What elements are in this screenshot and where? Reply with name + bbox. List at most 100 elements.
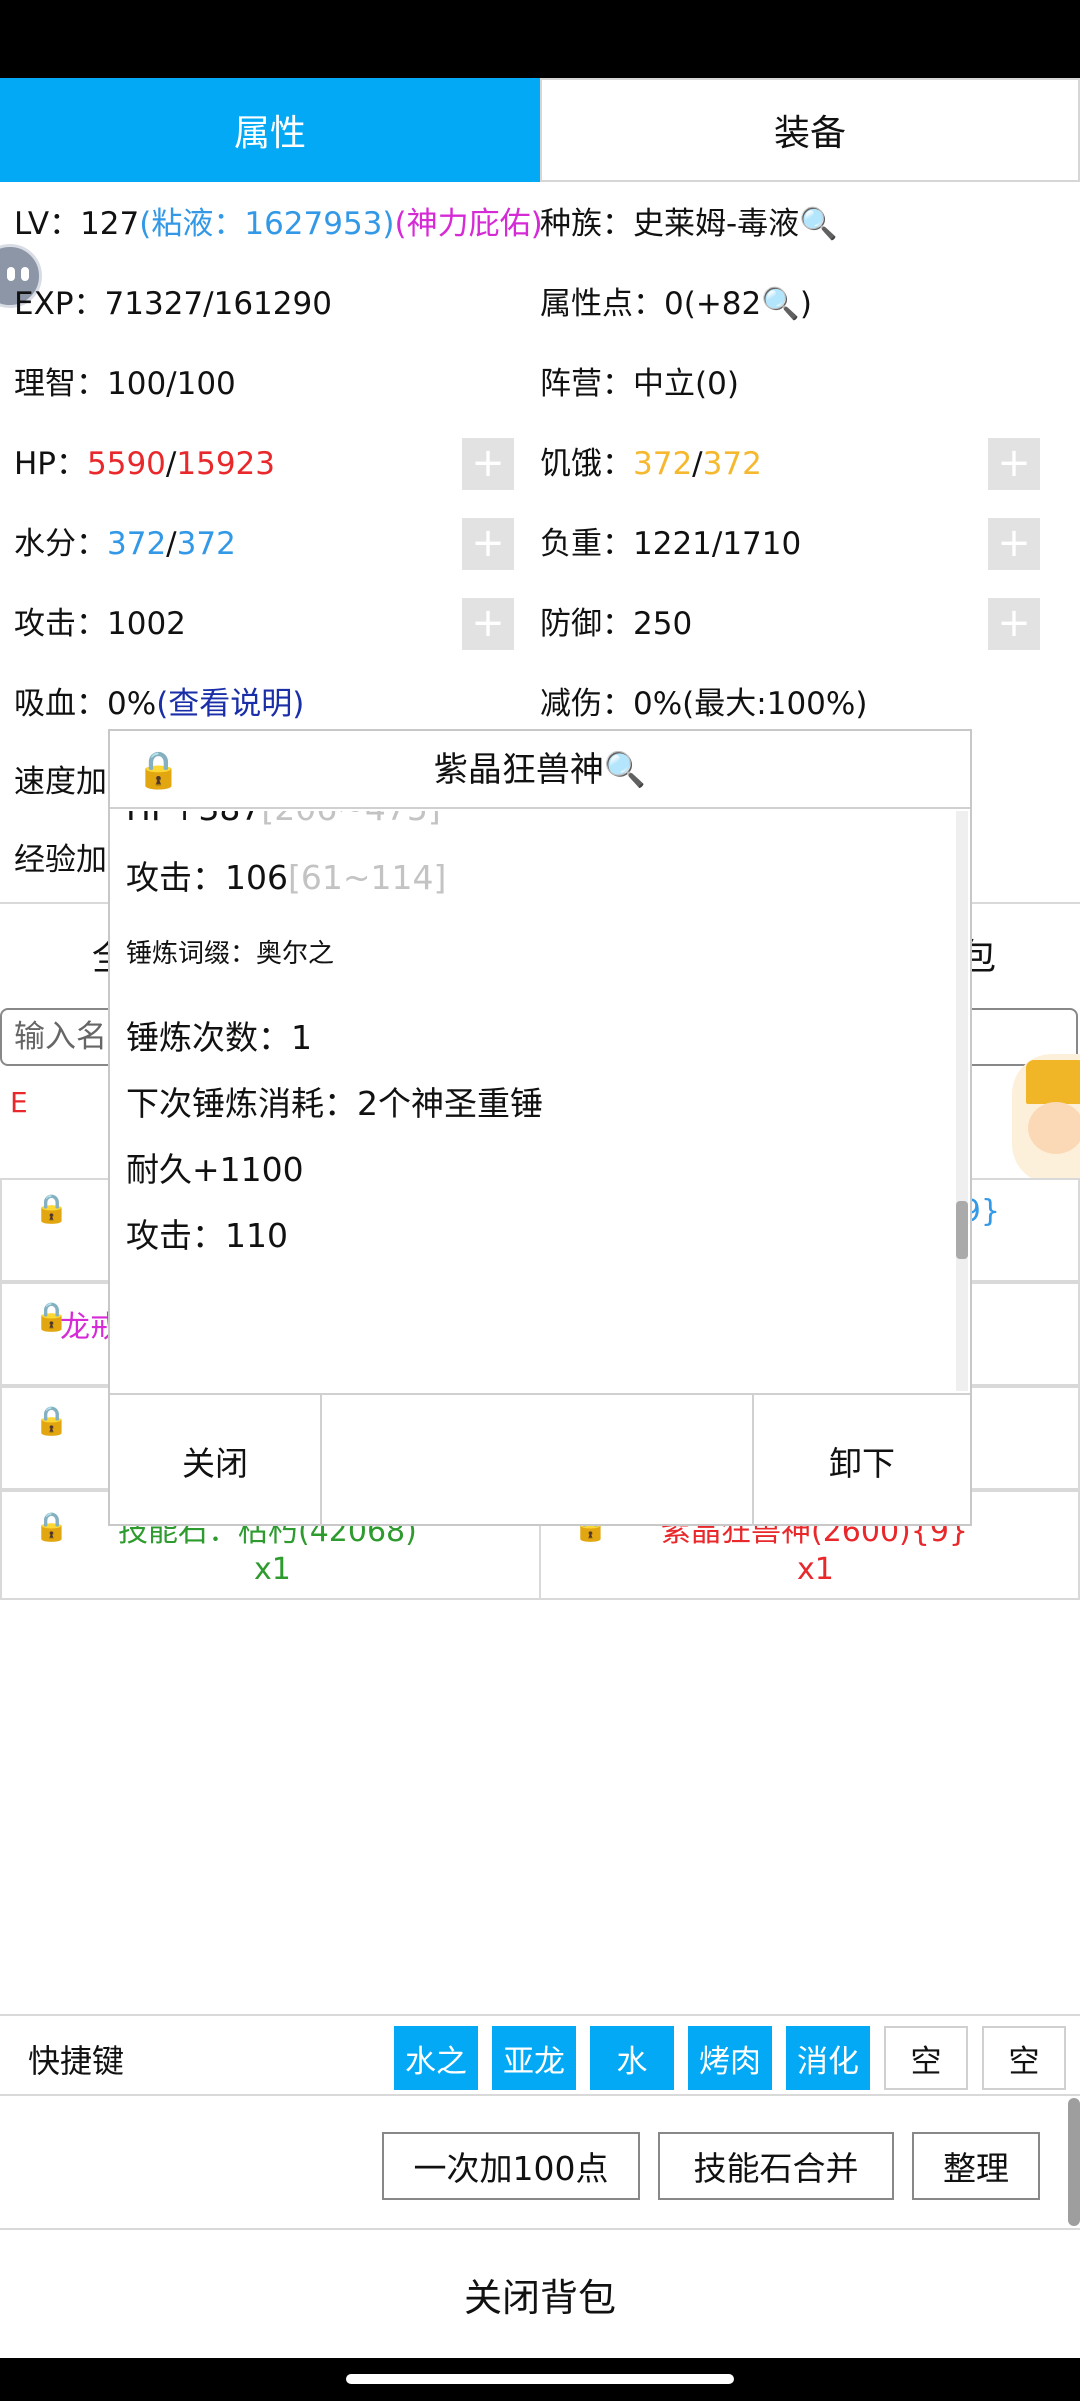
damage-reduction-label: 减伤：: [540, 686, 633, 722]
attack-line: 攻击：106[61~114]: [126, 851, 446, 899]
hunger-plus-button[interactable]: +: [988, 438, 1040, 490]
lock-icon[interactable]: 🔒: [34, 1192, 69, 1225]
defense-plus-button[interactable]: +: [988, 598, 1040, 650]
tab-attributes[interactable]: 属性: [0, 78, 540, 182]
item-count: x1: [254, 1552, 291, 1587]
race-value: 史莱姆-毒液: [633, 206, 800, 242]
defense-row: 防御：250: [540, 604, 692, 644]
forge-affix: 锤炼词缀：奥尔之: [126, 939, 335, 969]
hp-plus-button[interactable]: +: [462, 438, 514, 490]
exp-bonus-label: 经验加: [14, 842, 107, 878]
attribute-points-suffix: ): [799, 286, 812, 322]
water-max: 372: [176, 526, 236, 562]
attack-bonus: 攻击：106: [126, 858, 288, 897]
lock-icon[interactable]: 🔒: [34, 1404, 69, 1437]
attack-row: 攻击：1002: [14, 604, 186, 644]
sanity-row: 理智：100/100: [14, 364, 236, 404]
next-forge-cost: 下次锤炼消耗：2个神圣重锤: [126, 1084, 543, 1123]
quick-slot[interactable]: 水之: [394, 2026, 478, 2090]
dialog-header: 紫晶狂兽神🔍 🔒: [110, 731, 970, 809]
attribute-points-value: 0(+82: [664, 286, 762, 322]
attack-plus-button[interactable]: +: [462, 598, 514, 650]
search-icon[interactable]: 🔍: [604, 750, 646, 790]
defense-value: 250: [633, 606, 693, 642]
lock-icon[interactable]: 🔒: [136, 749, 181, 791]
dialog-scroll-thumb[interactable]: [956, 1201, 968, 1259]
level-row: LV：127(粘液：1627953)(神力庇佑): [14, 204, 543, 244]
mascot-icon[interactable]: [1012, 1054, 1080, 1184]
camp-value: 中立(0): [633, 366, 739, 402]
lifesteal-help-link[interactable]: (查看说明): [156, 686, 304, 722]
add-100-points-button[interactable]: 一次加100点: [382, 2132, 640, 2200]
load-row: 负重：1221/1710: [540, 524, 801, 564]
mascot-crown: [1026, 1060, 1080, 1104]
item-count: x1: [797, 1552, 834, 1587]
home-indicator[interactable]: [346, 2374, 734, 2384]
search-icon[interactable]: 🔍: [761, 286, 800, 322]
hp-label: HP：: [14, 446, 88, 482]
close-button[interactable]: 关闭: [110, 1395, 322, 1526]
durability-bonus: 耐久+1100: [126, 1150, 304, 1189]
close-bag-button[interactable]: 关闭背包: [0, 2228, 1080, 2358]
search-icon[interactable]: 🔍: [799, 206, 838, 242]
attribute-points-row: 属性点：0(+82🔍): [540, 284, 812, 324]
dialog-footer-spacer: [322, 1395, 754, 1526]
level-value: 127: [80, 206, 140, 242]
dialog-body: HP+387[206~475] 攻击：106[61~114] 锤炼词缀：奥尔之 …: [110, 811, 952, 1391]
water-current: 372: [107, 526, 167, 562]
water-row: 水分：372/372: [14, 524, 236, 564]
status-bar: [0, 0, 1080, 78]
floating-assistant-eye: [7, 267, 15, 281]
exp-label: EXP：: [14, 286, 105, 322]
water-label: 水分：: [14, 526, 107, 562]
attack-value: 1002: [107, 606, 186, 642]
hunger-separator: /: [692, 446, 703, 482]
slime-value: (粘液：1627953): [139, 206, 395, 242]
load-value: 1221/1710: [633, 526, 802, 562]
attack-range: [61~114]: [288, 858, 447, 897]
blessing-status: (神力庇佑): [394, 206, 543, 242]
lifesteal-label: 吸血：: [14, 686, 107, 722]
camp-row: 阵营：中立(0): [540, 364, 739, 404]
hp-row: HP：5590/15923: [14, 444, 275, 484]
hunger-current: 372: [633, 446, 693, 482]
unequip-button[interactable]: 卸下: [754, 1395, 970, 1526]
load-label: 负重：: [540, 526, 633, 562]
dialog-footer: 关闭 卸下: [110, 1393, 970, 1526]
water-separator: /: [166, 526, 177, 562]
quick-slot[interactable]: 水: [590, 2026, 674, 2090]
hp-max: 15923: [176, 446, 275, 482]
damage-reduction-row: 减伤：0%(最大:100%): [540, 684, 867, 724]
water-plus-button[interactable]: +: [462, 518, 514, 570]
forged-attack-bonus: 攻击：110: [126, 1216, 288, 1255]
quick-slot[interactable]: 烤肉: [688, 2026, 772, 2090]
attack-label: 攻击：: [14, 606, 107, 642]
race-row: 种族：史莱姆-毒液🔍: [540, 204, 838, 244]
dialog-title: 紫晶狂兽神🔍: [110, 731, 970, 809]
quick-slot[interactable]: 消化: [786, 2026, 870, 2090]
quick-slot[interactable]: 亚龙: [492, 2026, 576, 2090]
hp-bonus: HP+387: [126, 811, 261, 828]
hunger-row: 饥饿：372/372: [540, 444, 762, 484]
hunger-label: 饥饿：: [540, 446, 633, 482]
tab-equipment[interactable]: 装备: [540, 78, 1080, 182]
quick-slot-empty[interactable]: 空: [982, 2026, 1066, 2090]
load-plus-button[interactable]: +: [988, 518, 1040, 570]
damage-reduction-value: 0%(最大:100%): [633, 686, 868, 722]
floating-assistant-eye: [21, 267, 29, 281]
sort-button[interactable]: 整理: [912, 2132, 1040, 2200]
hp-separator: /: [165, 446, 177, 482]
hunger-max: 372: [702, 446, 762, 482]
race-label: 种族：: [540, 206, 633, 242]
dialog-scroll-track[interactable]: [956, 811, 968, 1391]
exp-value: 71327/161290: [104, 286, 332, 322]
level-label: LV：: [14, 206, 81, 242]
merge-skill-stones-button[interactable]: 技能石合并: [658, 2132, 894, 2200]
lock-icon[interactable]: 🔒: [34, 1510, 69, 1543]
page-scrollbar[interactable]: [1068, 2098, 1080, 2226]
quick-slot-bar: 快捷键 水之 亚龙 水 烤肉 消化 空 空: [0, 2014, 1080, 2096]
quick-slot-empty[interactable]: 空: [884, 2026, 968, 2090]
lifesteal-value: 0%: [107, 686, 157, 722]
lifesteal-row: 吸血：0%(查看说明): [14, 684, 304, 724]
camp-label: 阵营：: [540, 366, 633, 402]
